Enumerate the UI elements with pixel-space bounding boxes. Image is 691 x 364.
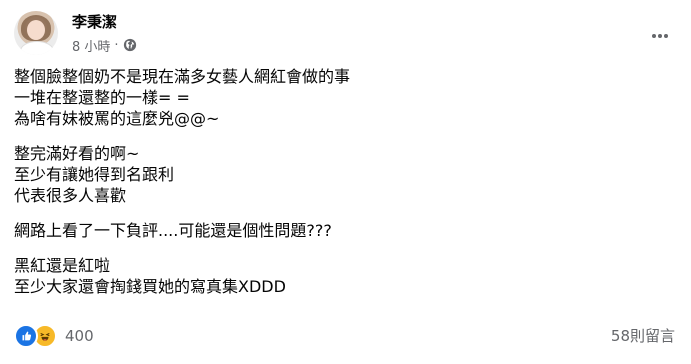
facebook-post: 李秉潔 8 小時 · 整個臉整個奶不是現在滿多女藝人網紅會做的事 一堆在整還整的… (0, 0, 691, 364)
post-line: 整完滿好看的啊~ (14, 144, 140, 163)
more-options-icon (652, 34, 668, 38)
post-paragraph: 黑紅還是紅啦 至少大家還會掏錢買她的寫真集XDDD (14, 255, 674, 297)
post-line: 網路上看了一下負評....可能還是個性問題??? (14, 221, 332, 240)
post-line: 至少有讓她得到名跟利 (14, 165, 175, 184)
comments-count-link[interactable]: 58則留言 (611, 325, 675, 347)
post-footer: 400 58則留言 (14, 322, 677, 350)
post-line: 代表很多人喜歡 (14, 186, 127, 205)
avatar-face (27, 20, 45, 40)
post-time[interactable]: 8 小時 (72, 36, 110, 55)
post-meta: 8 小時 · (72, 36, 137, 55)
like-icon (14, 324, 38, 348)
more-options-button[interactable] (643, 19, 677, 53)
post-content: 整個臉整個奶不是現在滿多女藝人網紅會做的事 一堆在整還整的一樣= = 為啥有妹被… (14, 66, 674, 297)
reactions-summary[interactable]: 400 (14, 324, 94, 348)
post-paragraph: 網路上看了一下負評....可能還是個性問題??? (14, 220, 674, 241)
post-line: 黑紅還是紅啦 (14, 256, 111, 275)
meta-separator: · (114, 37, 119, 53)
post-paragraph: 整完滿好看的啊~ 至少有讓她得到名跟利 代表很多人喜歡 (14, 143, 674, 206)
post-line: 至少大家還會掏錢買她的寫真集XDDD (14, 277, 286, 296)
globe-icon[interactable] (123, 38, 137, 52)
author-name[interactable]: 李秉潔 (72, 12, 117, 32)
post-paragraph: 整個臉整個奶不是現在滿多女藝人網紅會做的事 一堆在整還整的一樣= = 為啥有妹被… (14, 66, 674, 129)
post-header: 李秉潔 8 小時 · (14, 11, 677, 59)
post-line: 一堆在整還整的一樣= = (14, 88, 190, 107)
reaction-count: 400 (65, 327, 94, 345)
avatar-body (20, 41, 54, 55)
post-line: 為啥有妹被罵的這麼兇@@~ (14, 109, 220, 128)
author-avatar[interactable] (14, 11, 58, 55)
post-line: 整個臉整個奶不是現在滿多女藝人網紅會做的事 (14, 67, 351, 86)
